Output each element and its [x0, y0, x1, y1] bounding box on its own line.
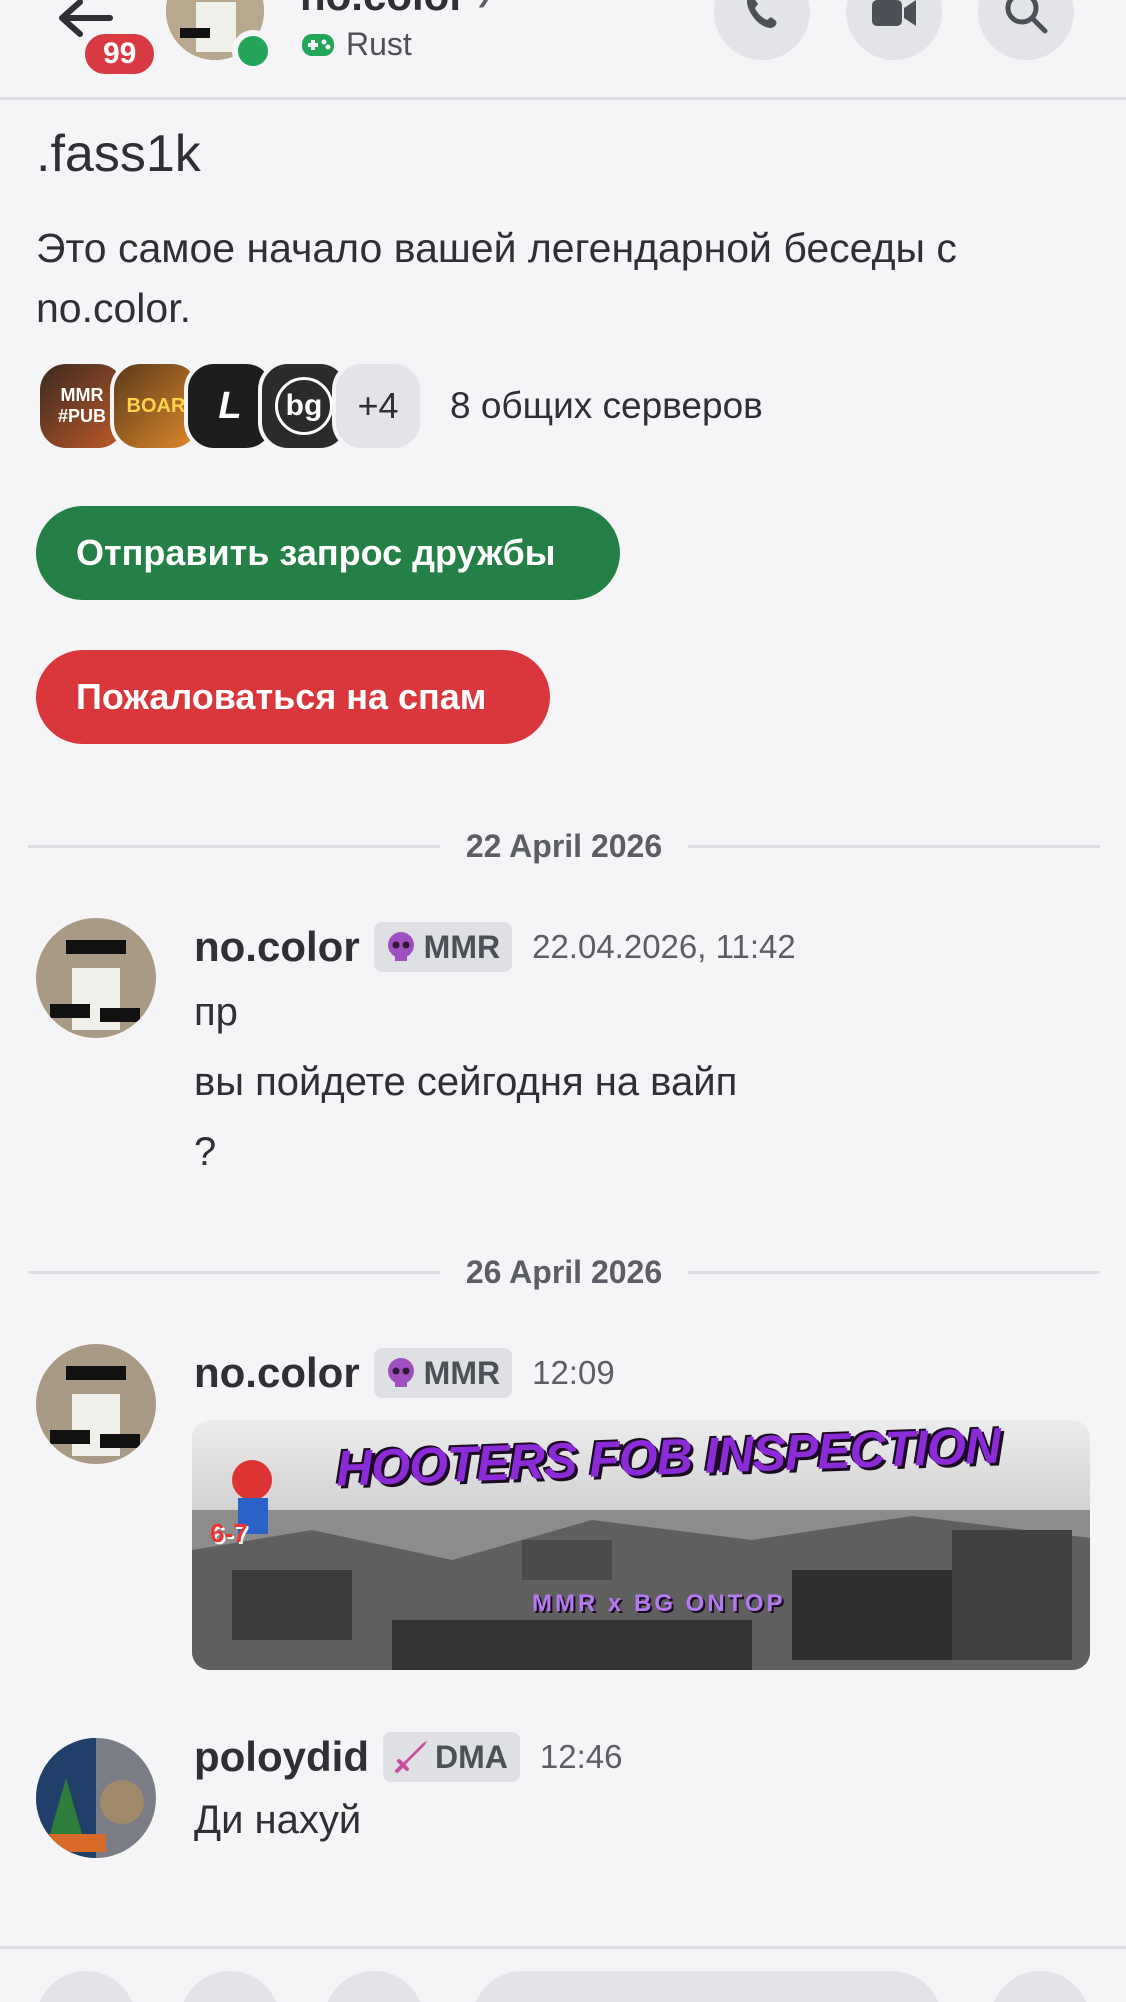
clan-tag[interactable]: MMR — [373, 922, 513, 972]
conversation-title[interactable]: no.color › — [300, 0, 489, 20]
mutual-servers-label: 8 общих серверов — [450, 385, 763, 426]
report-spam-button[interactable]: Пожаловаться на спам — [36, 650, 550, 744]
voice-message-button[interactable] — [990, 1971, 1090, 2002]
unread-badge: 99 — [81, 30, 159, 78]
add-friend-label: Отправить запрос дружбы — [76, 532, 556, 573]
header: 99 no.color › Rust — [0, 0, 1126, 100]
chevron-right-icon: › — [477, 0, 489, 18]
message-header: no.color MMR 22.04.2026, 11:42 — [194, 922, 796, 972]
message-text: ? — [194, 1130, 217, 1174]
date-divider-text: 22 April 2026 — [465, 827, 663, 864]
skull-icon — [387, 932, 414, 961]
add-friend-button[interactable]: Отправить запрос дружбы — [36, 506, 620, 600]
more-servers-count: +4 — [332, 360, 424, 452]
header-name-text: no.color — [300, 0, 466, 19]
dm-screen: 99 no.color › Rust — [0, 0, 1126, 2002]
add-attachment-button[interactable] — [36, 1971, 136, 2002]
clan-tag-text: DMA — [434, 1738, 508, 1775]
message-text: Ди нахуй — [194, 1798, 362, 1842]
server-icon-label: BOAR — [126, 394, 186, 417]
date-divider-text: 26 April 2026 — [465, 1253, 663, 1290]
phone-icon — [747, 0, 777, 28]
server-icon-label: L — [218, 384, 242, 427]
clan-tag[interactable]: MMR — [373, 1348, 513, 1398]
message-header: poloydid DMA 12:46 — [194, 1732, 622, 1782]
message-input[interactable] — [472, 1971, 942, 2002]
message-text: вы пойдете сейгодня на вайп — [194, 1060, 738, 1104]
clan-tag-text: MMR — [423, 1354, 501, 1391]
gamepad-icon — [302, 33, 334, 56]
report-spam-label: Пожаловаться на спам — [76, 676, 487, 717]
voice-call-button[interactable] — [714, 0, 810, 60]
image-corner-text: 6-7 — [210, 1518, 248, 1548]
message-timestamp: 12:46 — [539, 1738, 623, 1775]
clan-tag[interactable]: DMA — [382, 1732, 520, 1782]
message-author[interactable]: no.color — [194, 923, 360, 971]
intro-username: .fass1k — [36, 125, 201, 183]
search-button[interactable] — [978, 0, 1074, 60]
clan-tag-text: MMR — [423, 928, 501, 965]
message-timestamp: 12:09 — [532, 1354, 615, 1391]
message-timestamp: 22.04.2026, 11:42 — [532, 928, 796, 965]
gift-button[interactable] — [324, 1971, 424, 2002]
apps-button[interactable] — [180, 1971, 280, 2002]
server-icon-label: bg — [275, 377, 333, 435]
avatar[interactable] — [36, 1738, 156, 1858]
sword-icon — [394, 1741, 427, 1773]
message-author[interactable]: poloydid — [194, 1733, 369, 1781]
search-icon — [1005, 0, 1048, 34]
avatar[interactable] — [36, 1344, 156, 1464]
avatar[interactable] — [36, 918, 156, 1038]
activity-status: Rust — [300, 26, 412, 63]
image-subtitle: MMR x BG ONTOP — [532, 1590, 786, 1617]
message-author[interactable]: no.color — [194, 1349, 360, 1397]
date-divider: 22 April 2026 — [28, 826, 1101, 866]
message-header: no.color MMR 12:09 — [194, 1348, 615, 1398]
image-attachment[interactable]: HOOTERS FOB INSPECTION MMR x BG ONTOP 6-… — [192, 1420, 1090, 1670]
mutual-servers[interactable]: MMR #PUB BOAR L bg +4 8 общих серверов — [36, 360, 763, 452]
intro-text: Это самое начало вашей легендарной бесед… — [36, 225, 957, 331]
video-camera-icon — [872, 0, 916, 26]
activity-game: Rust — [346, 26, 412, 62]
skull-icon — [387, 1358, 414, 1387]
video-call-button[interactable] — [846, 0, 942, 60]
online-status-icon — [232, 30, 274, 72]
message-text: пр — [194, 990, 238, 1034]
date-divider: 26 April 2026 — [28, 1252, 1101, 1292]
composer-bar — [0, 1946, 1126, 2002]
